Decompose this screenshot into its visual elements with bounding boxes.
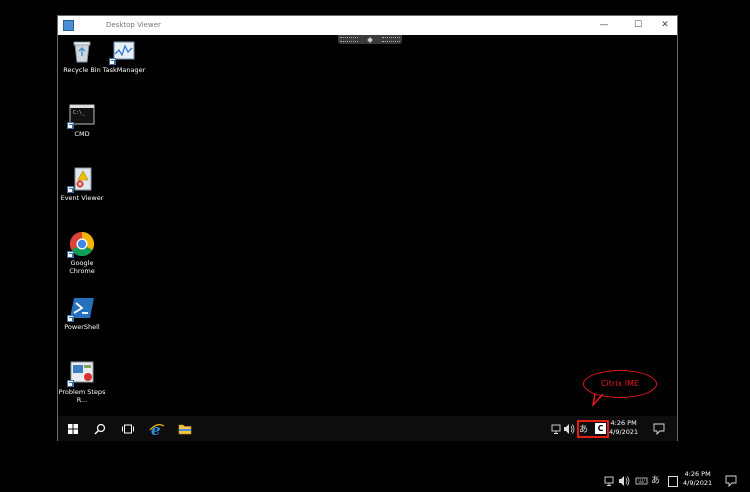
maximize-button[interactable]: ☐	[628, 18, 648, 33]
recycle-bin-icon	[69, 38, 95, 64]
callout-tail	[592, 394, 604, 406]
problem-steps-recorder-icon	[67, 360, 95, 387]
desktop-icon-label: Google Chrome	[69, 259, 95, 275]
task-manager-icon	[109, 38, 137, 65]
outer-keyboard-icon[interactable]	[635, 473, 648, 489]
desktop-icon-label: Event Viewer	[60, 194, 104, 202]
remote-taskbar: e あ C 4:26 PM 4/9/2021	[58, 416, 677, 441]
desktop-icon-label: CMD	[74, 130, 90, 138]
network-icon[interactable]	[551, 421, 562, 437]
file-explorer-icon[interactable]	[177, 421, 193, 437]
outer-clock-date: 4/9/2021	[683, 479, 713, 487]
outer-notification-icon[interactable]	[725, 474, 737, 490]
svg-text:e: e	[151, 421, 161, 437]
window-title: Desktop Viewer	[106, 21, 161, 29]
close-button[interactable]: ✕	[655, 18, 675, 33]
desktop-icon-label: Recycle Bin	[63, 66, 101, 74]
remote-desktop: Recycle Bin TaskManager C:\_ CMD Event V…	[58, 35, 677, 415]
shortcut-arrow-icon	[67, 122, 74, 129]
desktop-icon-problem-steps-recorder[interactable]: Problem Steps R...	[58, 360, 106, 404]
shortcut-arrow-icon	[67, 380, 74, 387]
outer-clock-time: 4:26 PM	[684, 470, 711, 478]
volume-icon[interactable]	[563, 421, 575, 437]
powershell-icon	[67, 295, 95, 322]
desktop-icon-cmd[interactable]: C:\_ CMD	[58, 102, 106, 138]
clock[interactable]: 4:26 PM 4/9/2021	[609, 419, 638, 437]
outer-network-icon[interactable]	[604, 473, 615, 489]
desktop-viewer-window: Desktop Viewer — ☐ ✕ Recycle Bin TaskMan…	[57, 15, 678, 441]
notification-icon[interactable]	[653, 422, 665, 438]
outer-clock[interactable]: 4:26 PM 4/9/2021	[683, 470, 712, 488]
svg-text:C:\_: C:\_	[73, 110, 86, 116]
desktop-icon-powershell[interactable]: PowerShell	[58, 295, 106, 331]
shortcut-arrow-icon	[67, 186, 74, 193]
desktop-icon-task-manager[interactable]: TaskManager	[100, 38, 148, 74]
clock-time: 4:26 PM	[610, 419, 637, 427]
shortcut-arrow-icon	[109, 58, 116, 65]
title-bar[interactable]: Desktop Viewer — ☐ ✕	[58, 16, 677, 35]
desktop-icon-recycle-bin[interactable]: Recycle Bin	[58, 38, 106, 74]
minimize-button[interactable]: —	[594, 18, 614, 33]
shortcut-arrow-icon	[67, 251, 74, 258]
desktop-icon-event-viewer[interactable]: Event Viewer	[58, 166, 106, 202]
start-button[interactable]	[65, 421, 81, 437]
desktop-viewer-app-icon	[63, 20, 74, 31]
event-viewer-icon	[67, 166, 95, 193]
desktop-icon-label: Problem Steps R...	[58, 388, 106, 404]
outer-citrix-icon[interactable]	[668, 476, 678, 487]
shortcut-arrow-icon	[67, 315, 74, 322]
desktop-icon-google-chrome[interactable]: Google Chrome	[58, 231, 106, 275]
search-icon[interactable]	[92, 421, 108, 437]
chrome-icon	[67, 231, 95, 258]
clock-date: 4/9/2021	[609, 428, 639, 436]
internet-explorer-icon[interactable]: e	[149, 421, 165, 439]
desktop-icon-label: PowerShell	[64, 323, 100, 331]
task-view-icon[interactable]	[120, 421, 136, 437]
outer-ime-indicator[interactable]: あ	[651, 473, 660, 489]
citrix-ime-highlight	[577, 420, 609, 438]
desktop-icon-label: TaskManager	[102, 66, 146, 74]
cmd-icon: C:\_	[67, 102, 95, 129]
outer-volume-icon[interactable]	[618, 473, 630, 489]
